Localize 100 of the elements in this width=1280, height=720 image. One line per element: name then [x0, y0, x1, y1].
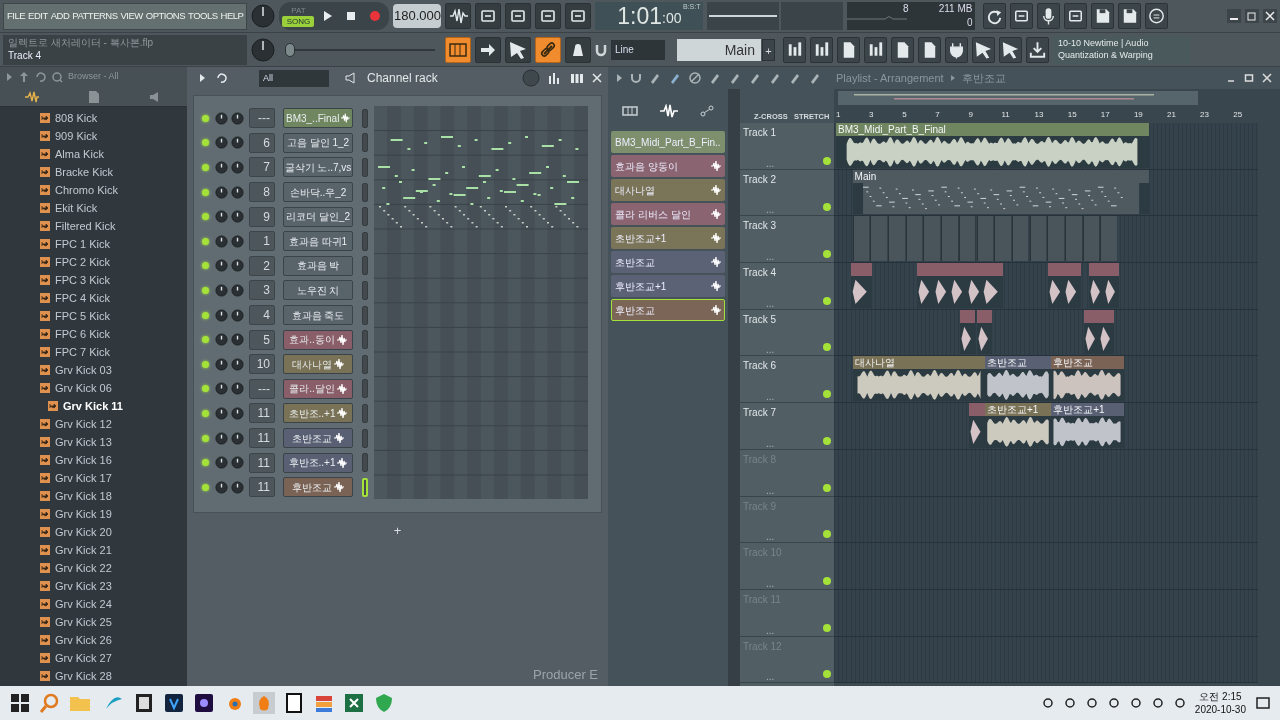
channel-led[interactable] [202, 459, 209, 467]
menu-item[interactable]: HELP [220, 8, 244, 24]
volume-knob[interactable] [215, 136, 228, 150]
track-led[interactable] [823, 576, 831, 585]
clip[interactable] [1047, 263, 1065, 308]
browser-label[interactable]: 909 Kick [55, 127, 98, 145]
clip-item[interactable]: BM3_Midi_Part_B_Fin.. [611, 131, 725, 153]
pan-knob[interactable] [231, 431, 244, 445]
track-led[interactable] [823, 390, 831, 399]
close-icon[interactable] [1262, 73, 1272, 83]
volume-knob[interactable] [215, 259, 228, 273]
toolbar-button[interactable] [918, 36, 941, 63]
tool-button[interactable] [535, 3, 562, 29]
clip[interactable] [1104, 263, 1119, 308]
track-led[interactable] [823, 156, 831, 165]
mixer-track-field[interactable]: 10 [249, 354, 275, 375]
notification-icon[interactable] [1254, 694, 1272, 712]
browser-label[interactable]: Grv Kick 25 [55, 613, 112, 631]
track-name[interactable]: Track 6 [743, 358, 831, 374]
menu-item[interactable]: EDIT [28, 8, 48, 24]
volume-knob[interactable] [215, 480, 228, 494]
close-icon[interactable] [592, 73, 602, 83]
pitch-slider[interactable] [285, 42, 435, 57]
channel-led[interactable] [202, 311, 209, 319]
browser-label[interactable]: Grv Kick 17 [55, 469, 112, 487]
arrow-icon[interactable] [616, 73, 624, 83]
channel-button[interactable]: 효과음 박 [283, 255, 353, 276]
browser-label[interactable]: Ekit Kick [55, 199, 98, 217]
clip[interactable] [1011, 216, 1029, 262]
restore-icon[interactable] [1245, 9, 1259, 23]
channel-led[interactable] [202, 434, 209, 442]
pan-knob[interactable] [231, 357, 244, 371]
volume-knob[interactable] [215, 456, 228, 470]
channel-led[interactable] [202, 188, 209, 196]
tool-button[interactable] [475, 3, 502, 29]
clip[interactable] [1082, 216, 1100, 262]
track-led[interactable] [823, 343, 831, 352]
fruit-icon[interactable] [252, 691, 276, 715]
clip-item[interactable]: 대사나열 [611, 179, 725, 201]
channel-button[interactable]: 효과..동이 [283, 329, 353, 350]
browser-label[interactable]: Grv Kick 03 [55, 361, 112, 379]
arrow-icon[interactable] [6, 72, 14, 82]
browser-label[interactable]: Grv Kick 13 [55, 433, 112, 451]
volume-knob[interactable] [215, 382, 228, 396]
pan-knob[interactable] [231, 480, 244, 494]
browser-label[interactable]: FPC 3 Kick [55, 271, 110, 289]
clip[interactable] [1100, 216, 1117, 262]
channel-button[interactable]: 굴삭기 노..7,vs [283, 157, 353, 178]
undo-icon[interactable] [34, 71, 46, 83]
toolbar-button[interactable] [1026, 36, 1049, 63]
browser-label[interactable]: Grv Kick 16 [55, 451, 112, 469]
channel-button[interactable]: 후반조..+1 [283, 452, 353, 473]
tool-button[interactable] [565, 3, 592, 29]
mixer-track-field[interactable]: 1 [249, 231, 275, 252]
track-led[interactable] [823, 436, 831, 445]
browser-label[interactable]: FPC 2 Kick [55, 253, 110, 271]
channel-led[interactable] [202, 409, 209, 417]
tool-button[interactable] [445, 3, 472, 29]
up-icon[interactable] [19, 71, 29, 83]
search-icon[interactable] [51, 71, 63, 83]
automation-icon[interactable] [700, 105, 715, 117]
pan-knob[interactable] [231, 456, 244, 470]
track-name[interactable]: Track 5 [743, 311, 831, 327]
track-led[interactable] [823, 670, 831, 679]
browser-label[interactable]: Grv Kick 23 [55, 577, 112, 595]
channel-button[interactable]: 손바닥..우_2 [283, 182, 353, 203]
menu-item[interactable]: VIEW [120, 8, 143, 24]
snap-dropdown[interactable]: Line [611, 39, 665, 60]
track-name[interactable]: Track 1 [743, 125, 831, 140]
pan-knob[interactable] [231, 308, 244, 322]
clock-time[interactable]: 오전 2:15 [1194, 690, 1246, 703]
menu-item[interactable]: FILE [7, 8, 26, 24]
pan-knob[interactable] [231, 185, 244, 199]
browser-label[interactable]: FPC 6 Kick [55, 325, 110, 343]
clip[interactable] [917, 263, 934, 308]
track-name[interactable]: Track 3 [743, 218, 831, 234]
menu-item[interactable]: PATTERNS [72, 8, 118, 24]
browser-label[interactable]: Filtered Kick [55, 217, 116, 235]
clip[interactable] [981, 263, 1004, 308]
track-menu[interactable]: ... [766, 205, 775, 216]
channel-led[interactable] [202, 336, 209, 344]
clip[interactable] [905, 216, 923, 262]
channel-led[interactable] [202, 237, 209, 245]
volume-knob[interactable] [251, 4, 276, 28]
volume-knob[interactable] [215, 234, 228, 248]
toolbar-button[interactable] [945, 36, 968, 63]
track-menu[interactable]: ... [766, 438, 775, 449]
clip[interactable] [1064, 263, 1081, 308]
clip[interactable] [941, 216, 958, 262]
channel-button[interactable]: 초반조..+1 [283, 403, 353, 424]
pan-knob[interactable] [231, 111, 244, 125]
toggle-button[interactable] [565, 36, 591, 63]
restore-icon[interactable] [1244, 73, 1254, 83]
volume-knob[interactable] [215, 210, 228, 224]
arrow-icon[interactable] [199, 73, 207, 83]
track-menu[interactable]: ... [766, 392, 775, 403]
channel-led[interactable] [202, 385, 209, 393]
clip-item[interactable]: 초반조교 [611, 251, 725, 273]
add-pattern-button[interactable]: + [762, 38, 775, 61]
mixer-track-field[interactable]: 11 [249, 403, 275, 424]
